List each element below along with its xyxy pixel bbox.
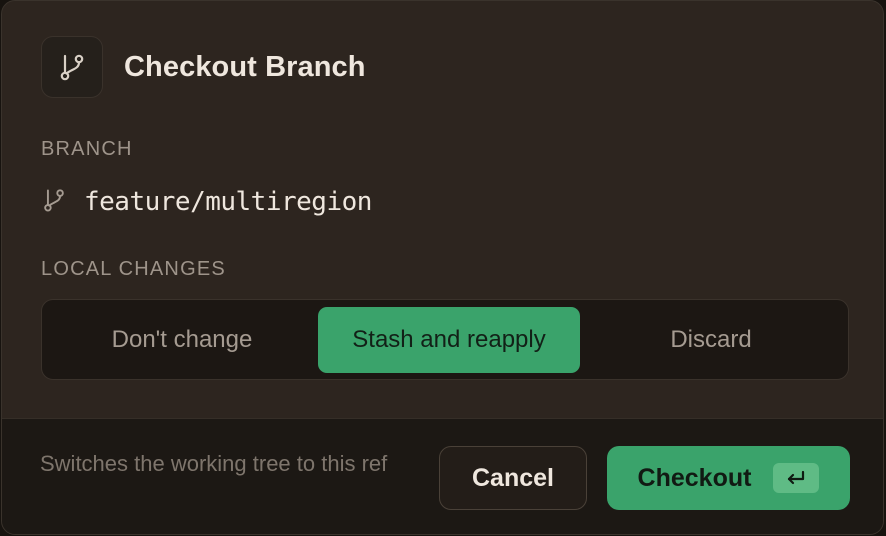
local-changes-section-label: LOCAL CHANGES bbox=[41, 258, 226, 280]
dialog-footer: Switches the working tree to this ref Ca… bbox=[2, 418, 883, 534]
branch-section-label: BRANCH bbox=[41, 138, 133, 160]
option-dont-change[interactable]: Don't change bbox=[52, 307, 312, 373]
enter-key-icon bbox=[773, 463, 820, 493]
branch-name: feature/multiregion bbox=[84, 187, 372, 217]
option-stash-and-reapply[interactable]: Stash and reapply bbox=[318, 306, 580, 373]
git-branch-icon bbox=[41, 36, 103, 98]
checkout-branch-dialog: Checkout Branch BRANCH feature/multiregi… bbox=[1, 0, 884, 535]
footer-help-text: Switches the working tree to this ref bbox=[40, 451, 388, 476]
cancel-button[interactable]: Cancel bbox=[439, 446, 587, 510]
git-branch-icon bbox=[41, 187, 67, 218]
checkout-button[interactable]: Checkout bbox=[607, 446, 850, 510]
branch-row: feature/multiregion bbox=[41, 184, 372, 220]
checkout-button-label: Checkout bbox=[637, 463, 752, 492]
dialog-title: Checkout Branch bbox=[124, 50, 366, 83]
cancel-button-label: Cancel bbox=[472, 463, 554, 492]
local-changes-segmented-control: Don't change Stash and reapply Discard bbox=[41, 299, 849, 380]
option-discard[interactable]: Discard bbox=[580, 307, 842, 373]
dialog-header: Checkout Branch bbox=[41, 35, 366, 99]
